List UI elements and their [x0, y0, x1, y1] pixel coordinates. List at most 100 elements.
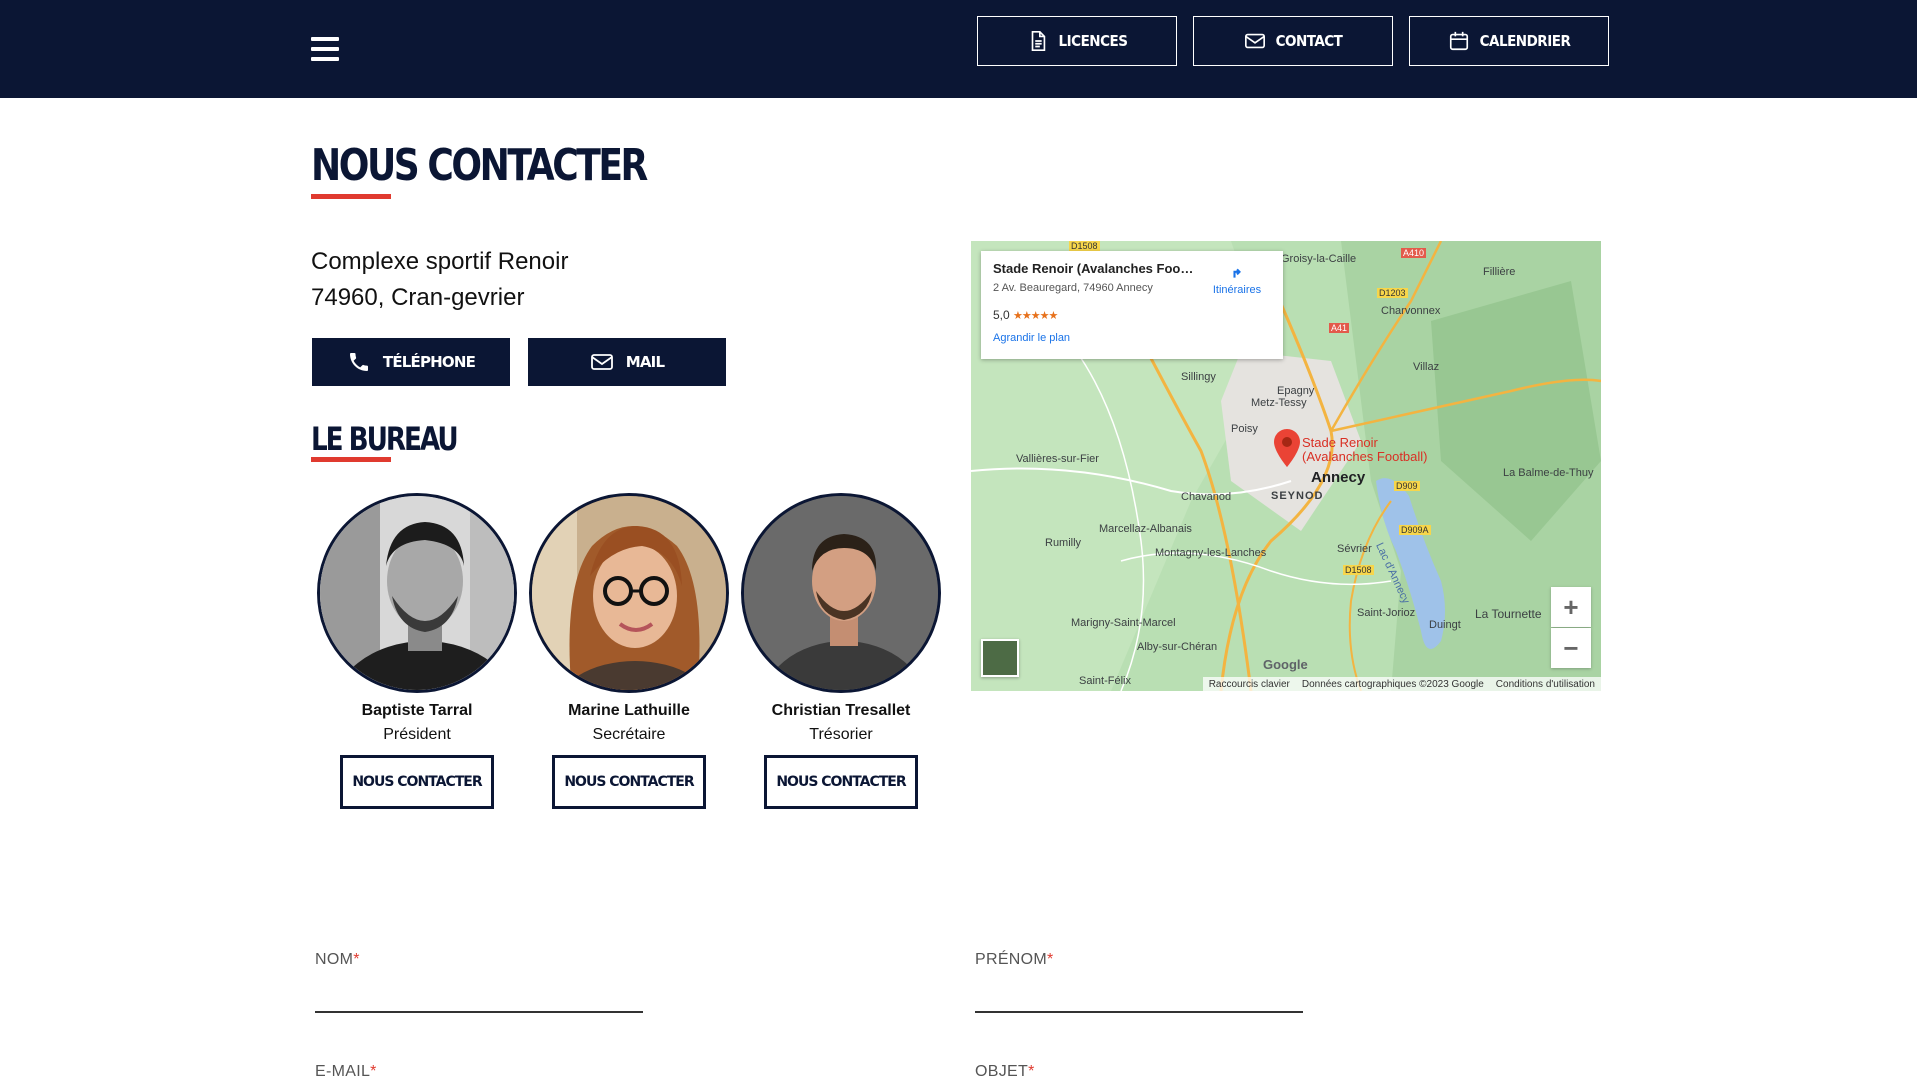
objet-label: OBJET*	[975, 1063, 1035, 1081]
member-name: Christian Tresallet	[771, 702, 911, 719]
nav-label-licences: LICENCES	[1058, 32, 1128, 50]
required-mark: *	[1028, 1063, 1035, 1080]
club-address: Complexe sportif Renoir 74960, Cran-gevr…	[311, 244, 568, 316]
phone-button[interactable]: TÉLÉPHONE	[312, 338, 510, 386]
map-place-label: Chavanod	[1181, 491, 1232, 503]
map-place-label: Sévrier	[1337, 543, 1372, 555]
member-contact-button[interactable]: NOUS CONTACTER	[764, 755, 918, 809]
satellite-toggle[interactable]	[981, 639, 1019, 677]
phone-button-label: TÉLÉPHONE	[382, 353, 476, 371]
bureau-title: LE BUREAU	[311, 420, 459, 458]
road-badge: D1508	[1343, 565, 1374, 575]
page-title: NOUS CONTACTER	[311, 140, 648, 191]
map-place-label: Marcellaz-Albanais	[1099, 523, 1192, 535]
map-place-label: SEYNOD	[1271, 490, 1324, 502]
terms-link[interactable]: Conditions d'utilisation	[1496, 679, 1595, 690]
rating-stars: ★★★★★	[1013, 310, 1058, 322]
required-mark: *	[1047, 951, 1054, 968]
top-navigation-bar: LICENCES CONTACT CALENDRIER	[0, 0, 1917, 98]
nav-button-contact[interactable]: CONTACT	[1193, 16, 1393, 66]
map-place-label: Annecy	[1311, 469, 1366, 486]
google-logo: Google	[1263, 657, 1308, 672]
nav-button-calendrier[interactable]: CALENDRIER	[1409, 16, 1609, 66]
road-badge: A41	[1329, 323, 1350, 333]
member-contact-button[interactable]: NOUS CONTACTER	[552, 755, 706, 809]
marker-label-line-1: Stade Renoir	[1302, 435, 1378, 450]
bureau-title-underline	[311, 457, 391, 462]
google-map[interactable]: Stade Renoir (Avalanches Football) Annec…	[971, 241, 1601, 691]
bureau-member: Marine Lathuille Secrétaire NOUS CONTACT…	[529, 493, 729, 809]
map-place-label: Duingt	[1429, 619, 1461, 631]
map-place-label: Rumilly	[1045, 537, 1082, 549]
keyboard-shortcuts-link[interactable]: Raccourcis clavier	[1209, 679, 1290, 690]
prenom-label: PRÉNOM*	[975, 951, 1054, 969]
place-rating: 5,0 ★★★★★	[993, 308, 1271, 322]
zoom-in-button[interactable]: +	[1551, 587, 1591, 627]
map-place-label: Saint-Félix	[1079, 675, 1131, 687]
directions-button[interactable]: Itinéraires	[1207, 261, 1267, 296]
map-footer: Raccourcis clavier Données cartographiqu…	[1202, 677, 1601, 691]
bureau-member: Baptiste Tarral Président NOUS CONTACTER	[317, 493, 517, 809]
map-place-label: Villaz	[1413, 361, 1440, 373]
document-icon	[1031, 31, 1045, 51]
prenom-label-text: PRÉNOM	[975, 951, 1048, 968]
prenom-input[interactable]	[975, 1011, 1303, 1013]
enlarge-map-link[interactable]: Agrandir le plan	[993, 332, 1271, 344]
email-label: E-MAIL*	[315, 1063, 377, 1081]
nav-button-licences[interactable]: LICENCES	[977, 16, 1177, 66]
map-place-label: Montagny-les-Lanches	[1155, 547, 1267, 559]
road-badge: D909A	[1399, 525, 1431, 535]
mail-button[interactable]: MAIL	[528, 338, 726, 386]
address-line-1: Complexe sportif Renoir	[311, 248, 569, 275]
nom-input[interactable]	[315, 1011, 643, 1013]
required-mark: *	[370, 1063, 377, 1080]
title-underline	[311, 194, 391, 199]
location-pin-icon[interactable]	[1274, 429, 1300, 467]
map-data-attribution: Données cartographiques ©2023 Google	[1301, 678, 1484, 690]
map-place-label: Fillière	[1483, 266, 1516, 278]
map-place-label: Vallières-sur-Fier	[1016, 453, 1099, 465]
objet-label-text: OBJET	[975, 1063, 1029, 1080]
member-name: Marine Lathuille	[568, 702, 690, 719]
member-name: Baptiste Tarral	[361, 702, 473, 719]
marker-label-line-2: (Avalanches Football)	[1302, 449, 1428, 464]
road-badge: A410	[1401, 248, 1427, 258]
nom-label: NOM*	[315, 951, 360, 969]
road-badge: D1203	[1377, 288, 1408, 298]
map-place-label: Sillingy	[1181, 371, 1216, 383]
mail-button-label: MAIL	[625, 353, 665, 371]
phone-icon	[349, 353, 368, 371]
calendar-icon	[1449, 31, 1468, 51]
map-place-label: Poisy	[1231, 423, 1258, 435]
map-place-label: Saint-Jorioz	[1357, 607, 1416, 619]
nav-label-contact: CONTACT	[1275, 32, 1343, 50]
map-place-label: Alby-sur-Chéran	[1137, 641, 1218, 653]
address-line-2: 74960, Cran-gevrier	[311, 284, 525, 311]
map-place-label: La Balme-de-Thuy	[1503, 467, 1594, 479]
directions-label: Itinéraires	[1212, 284, 1262, 296]
map-info-card: Stade Renoir (Avalanches Foo… 2 Av. Beau…	[981, 251, 1283, 359]
member-photo	[317, 493, 517, 693]
member-role: Secrétaire	[592, 726, 666, 743]
road-badge: D909	[1394, 481, 1420, 491]
email-label-text: E-MAIL	[315, 1063, 371, 1080]
marker-label: Stade Renoir (Avalanches Football)	[1302, 436, 1428, 464]
map-place-label: Marigny-Saint-Marcel	[1071, 617, 1176, 629]
directions-icon	[1233, 268, 1241, 278]
member-photo	[529, 493, 729, 693]
map-place-label: Charvonnex	[1381, 305, 1441, 317]
rating-value: 5,0	[993, 308, 1010, 322]
map-place-label: Epagny	[1277, 385, 1315, 397]
map-place-label: La Tournette	[1475, 607, 1542, 621]
hamburger-menu-icon[interactable]	[311, 37, 339, 61]
bureau-member: Christian Tresallet Trésorier NOUS CONTA…	[741, 493, 941, 809]
nom-label-text: NOM	[315, 951, 354, 968]
member-contact-button[interactable]: NOUS CONTACTER	[340, 755, 494, 809]
member-role: Président	[383, 726, 451, 743]
member-role: Trésorier	[809, 726, 873, 743]
map-place-label: Groisy-la-Caille	[1281, 253, 1357, 265]
member-photo	[741, 493, 941, 693]
zoom-out-button[interactable]: −	[1551, 628, 1591, 668]
nav-label-calendrier: CALENDRIER	[1479, 32, 1571, 50]
road-badge: D1508	[1069, 241, 1100, 251]
